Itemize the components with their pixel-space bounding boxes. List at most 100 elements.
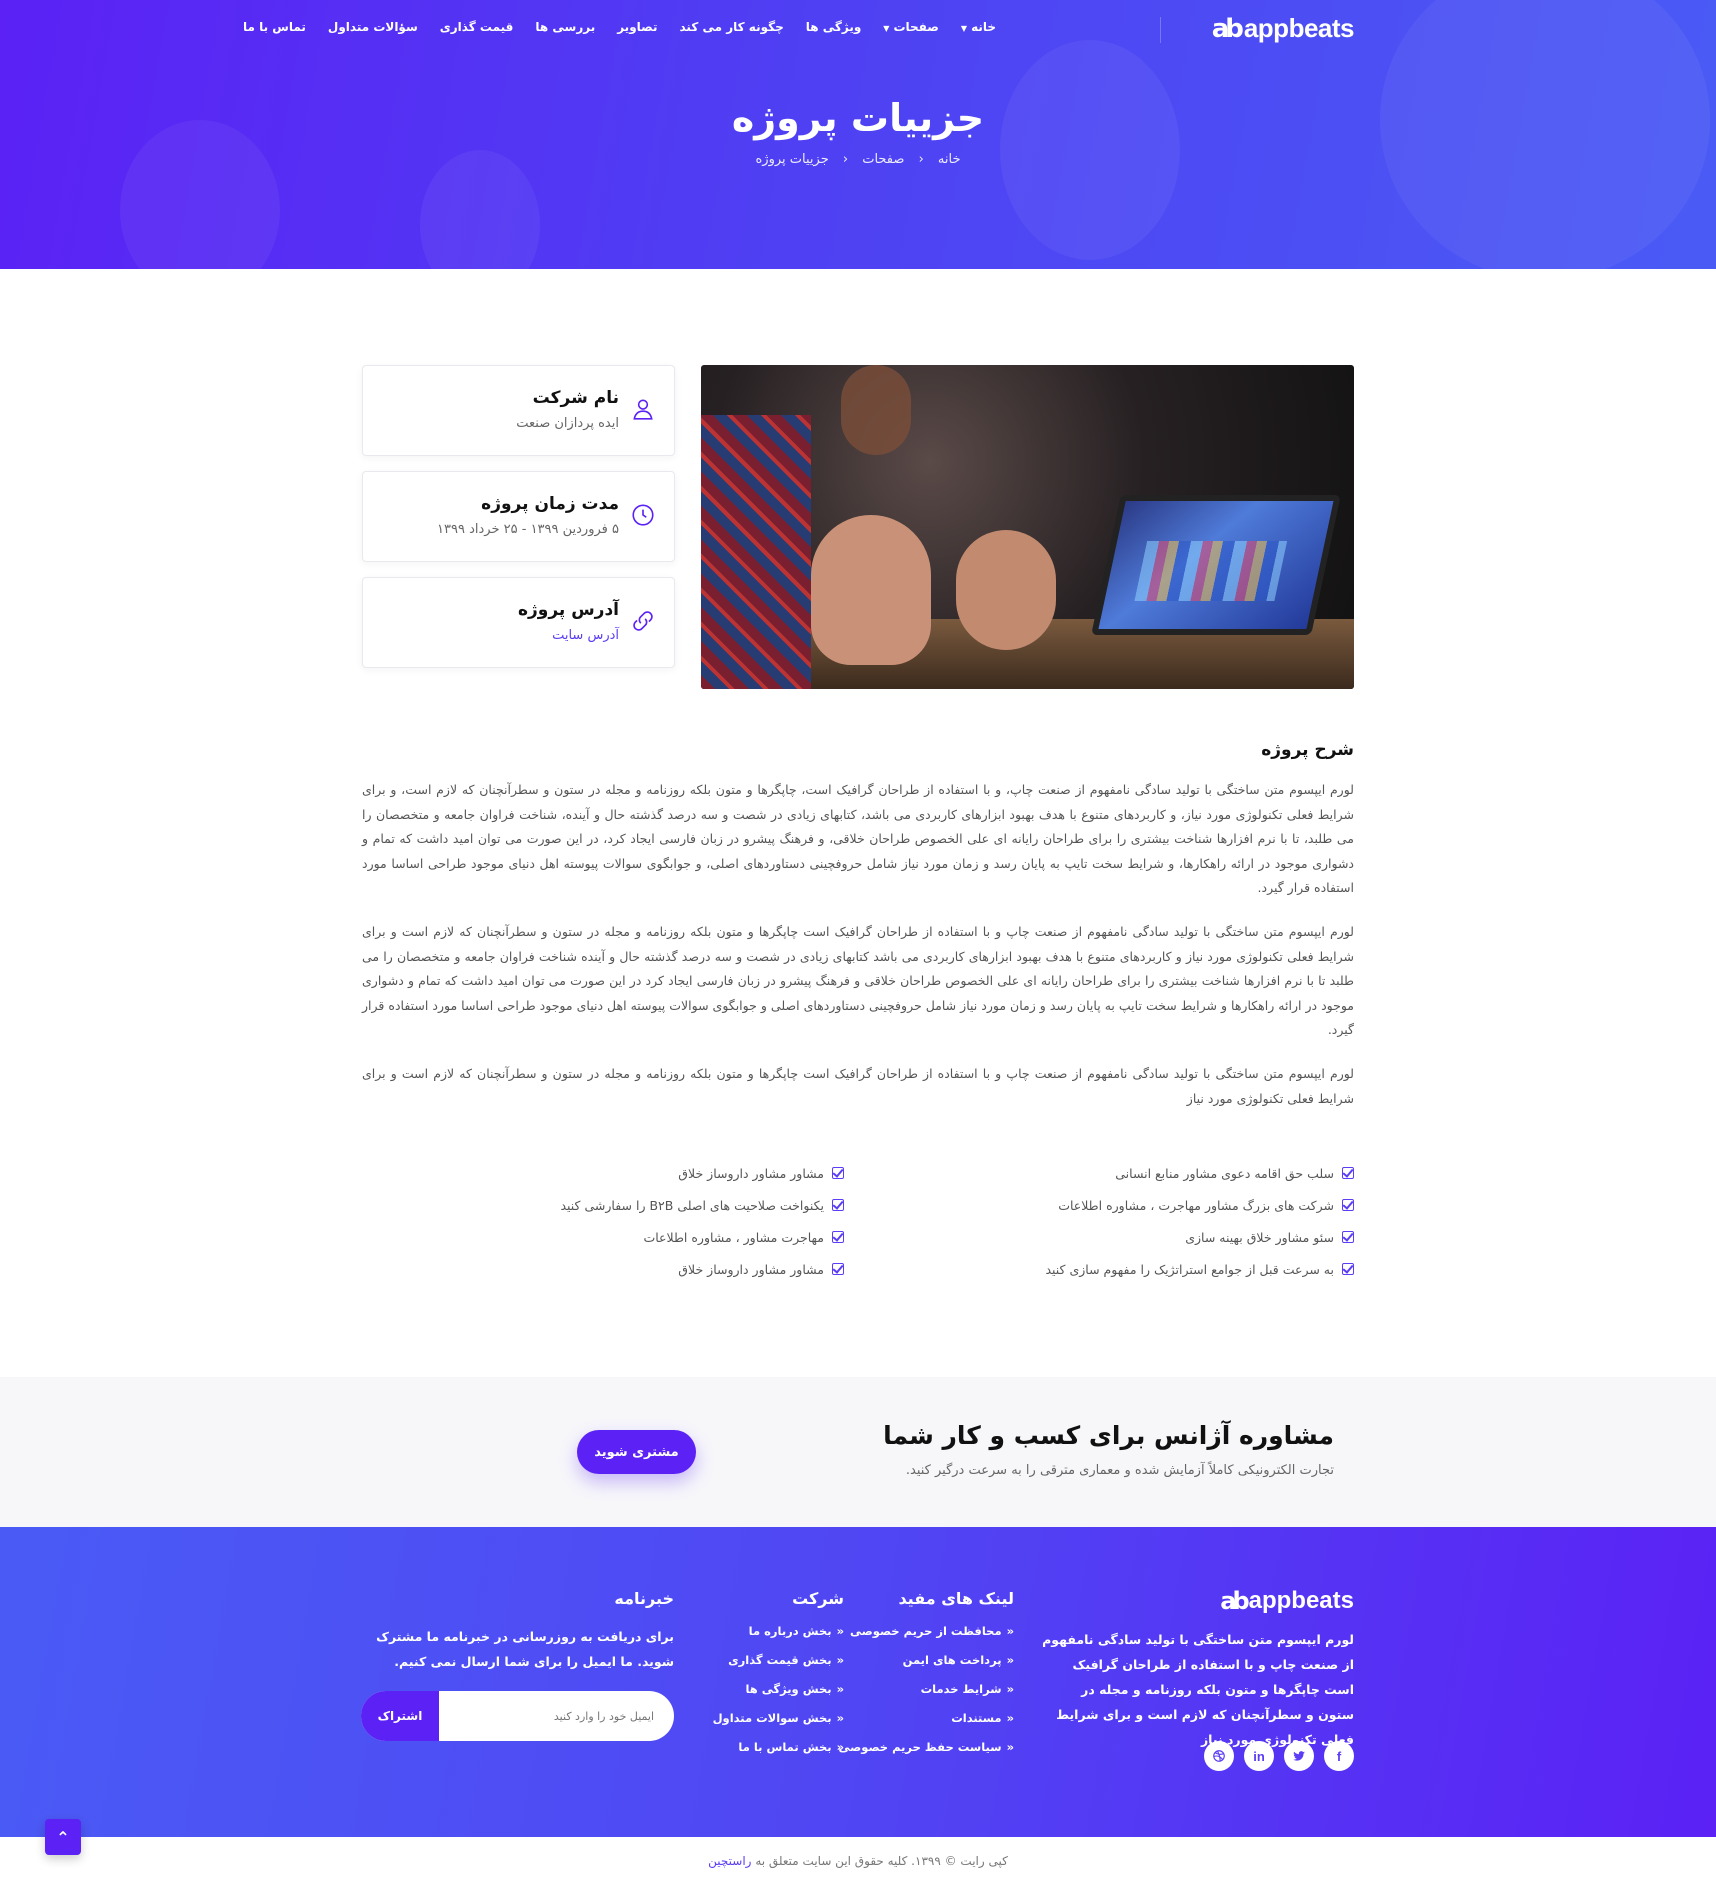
breadcrumb-home[interactable]: خانه <box>938 152 961 167</box>
checklist-item: مشاور مشاور داروساز خلاق <box>560 1253 844 1285</box>
breadcrumb: خانه ‹ صفحات ‹ جزییات پروژه <box>0 152 1716 167</box>
linkedin-icon[interactable]: in <box>1244 1741 1274 1771</box>
footer-link[interactable]: «پرداخت های ایمن <box>839 1653 1014 1682</box>
checklist-column-right: سلب حق اقامه دعوی مشاور منابع انسانی شرک… <box>1045 1157 1354 1285</box>
cta-section: مشاوره آژانس برای کسب و کار شما تجارت ال… <box>0 1377 1716 1527</box>
chevron-up-icon: ⌃ <box>56 1827 70 1847</box>
nav-menu: خانه▼ صفحات▼ ویژگی ها چگونه کار می کند ت… <box>243 20 996 34</box>
checklist-column-left: مشاور مشاور داروساز خلاق یکنواخت صلاحیت … <box>560 1157 844 1285</box>
chevron-left-icon: ‹ <box>918 152 924 167</box>
nav-divider <box>1160 17 1161 43</box>
description-paragraph: لورم ایپسوم متن ساختگی با تولید سادگی نا… <box>362 782 1354 895</box>
photo-hand <box>956 530 1056 650</box>
dribbble-icon[interactable] <box>1204 1741 1234 1771</box>
copyright-brand-link[interactable]: راستچین <box>708 1854 751 1868</box>
footer-link[interactable]: «بخش ویژگی ها <box>713 1682 844 1711</box>
photo-hand <box>811 515 931 665</box>
footer-link[interactable]: «بخش درباره ما <box>713 1624 844 1653</box>
background-figure <box>1000 40 1180 260</box>
double-chevron-icon: « <box>1006 1624 1014 1638</box>
cta-title: مشاوره آژانس برای کسب و کار شما <box>883 1421 1334 1450</box>
page-header-hero: ab appbeats خانه▼ صفحات▼ ویژگی ها چگونه … <box>0 0 1716 269</box>
description-paragraph: لورم ایپسوم متن ساختگی با تولید سادگی نا… <box>362 1066 1354 1106</box>
footer-logo[interactable]: ab appbeats <box>1220 1587 1354 1615</box>
footer-link[interactable]: «محافظت از حریم خصوصی <box>839 1624 1014 1653</box>
clock-icon <box>630 502 656 528</box>
footer-link[interactable]: «بخش تماس با ما <box>713 1740 844 1769</box>
double-chevron-icon: « <box>1006 1653 1014 1667</box>
footer-column-title: شرکت <box>792 1589 844 1608</box>
nav-item-features[interactable]: ویژگی ها <box>806 20 862 34</box>
nav-item-pages[interactable]: صفحات▼ <box>883 20 939 34</box>
nav-item-reviews[interactable]: بررسی ها <box>535 20 595 34</box>
info-card-title: نام شرکت <box>532 388 619 408</box>
checklist-item: سئو مشاور خلاق بهینه سازی <box>1045 1221 1354 1253</box>
subscribe-button[interactable]: اشتراک <box>361 1691 439 1741</box>
page-title: جزییات پروژه <box>731 96 985 140</box>
scroll-to-top-button[interactable]: ⌃ <box>45 1819 81 1855</box>
checkbox-checked-icon <box>832 1167 844 1179</box>
nav-item-how-it-works[interactable]: چگونه کار می کند <box>679 20 783 34</box>
background-figure <box>420 150 540 269</box>
logo-wordmark: appbeats <box>1248 1587 1354 1614</box>
description-paragraph: لورم ایپسوم متن ساختگی با تولید سادگی نا… <box>362 924 1354 1037</box>
user-icon <box>630 396 656 422</box>
copyright-bar: کپی رایت © ۱۳۹۹. کلیه حقوق این سایت متعل… <box>0 1837 1716 1885</box>
info-card-title: آدرس پروژه <box>517 600 619 620</box>
project-info-cards: نام شرکت ایده پردازان صنعت مدت زمان پروژ… <box>362 365 675 683</box>
nav-item-contact[interactable]: تماس با ما <box>243 20 306 34</box>
double-chevron-icon: « <box>836 1624 844 1638</box>
footer-link[interactable]: «سیاست حفظ حریم خصوصی <box>839 1740 1015 1769</box>
double-chevron-icon: « <box>836 1682 844 1696</box>
footer-link[interactable]: «شرایط خدمات <box>839 1682 1014 1711</box>
photo-person <box>841 365 911 455</box>
info-card-title: مدت زمان پروژه <box>481 494 619 514</box>
background-figure <box>120 120 280 269</box>
info-card-value: ۵ فروردین ۱۳۹۹ - ۲۵ خرداد ۱۳۹۹ <box>437 522 619 537</box>
checklist-item: شرکت های بزرگ مشاور مهاجرت ، مشاوره اطلا… <box>1045 1189 1354 1221</box>
info-card-company: نام شرکت ایده پردازان صنعت <box>362 365 675 456</box>
description-title: شرح پروژه <box>1261 740 1354 760</box>
site-footer: ab appbeats لورم ایپسوم متن ساختگی با تو… <box>0 1527 1716 1837</box>
logo-mark-icon: ab <box>1211 13 1244 44</box>
twitter-icon[interactable] <box>1284 1741 1314 1771</box>
footer-about-text: لورم ایپسوم متن ساختگی با تولید سادگی نا… <box>1042 1632 1354 1747</box>
checklist-item: یکنواخت صلاحیت های اصلی B۲B را سفارشی کن… <box>560 1189 844 1221</box>
footer-link[interactable]: «بخش سوالات متداول <box>713 1711 844 1740</box>
checkbox-checked-icon <box>832 1231 844 1243</box>
checklist-item: سلب حق اقامه دعوی مشاور منابع انسانی <box>1045 1157 1354 1189</box>
project-address-link[interactable]: آدرس سایت <box>552 628 619 643</box>
checklist-item: مشاور مشاور داروساز خلاق <box>560 1157 844 1189</box>
social-links: f in <box>1204 1741 1354 1771</box>
double-chevron-icon: « <box>1006 1711 1014 1725</box>
cta-subtitle: تجارت الکترونیکی کاملاً آزمایش شده و معم… <box>905 1463 1334 1478</box>
logo-mark-icon: ab <box>1220 1587 1249 1615</box>
brand-logo[interactable]: ab appbeats <box>1211 13 1355 44</box>
breadcrumb-pages[interactable]: صفحات <box>862 152 904 167</box>
copyright-text: کپی رایت © ۱۳۹۹. کلیه حقوق این سایت متعل… <box>755 1854 1008 1868</box>
footer-link[interactable]: «مستندات <box>839 1711 1014 1740</box>
newsletter-form: اشتراک <box>361 1691 674 1741</box>
become-customer-button[interactable]: مشتری شوید <box>577 1430 696 1474</box>
nav-item-screenshots[interactable]: تصاویر <box>617 20 657 34</box>
footer-column-title: خبرنامه <box>614 1589 674 1608</box>
nav-item-pricing[interactable]: قیمت گذاری <box>440 20 514 34</box>
facebook-icon[interactable]: f <box>1324 1741 1354 1771</box>
double-chevron-icon: « <box>1006 1682 1014 1696</box>
chevron-left-icon: ‹ <box>842 152 849 167</box>
nav-item-home[interactable]: خانه▼ <box>961 20 996 34</box>
footer-column-title: لینک های مفید <box>898 1589 1014 1608</box>
checkbox-checked-icon <box>1342 1199 1354 1211</box>
info-card-address: آدرس پروژه آدرس سایت <box>362 577 675 668</box>
nav-item-faq[interactable]: سؤالات متداول <box>328 20 418 34</box>
footer-newsletter: خبرنامه برای دریافت به روزرسانی در خبرنا… <box>361 1589 674 1674</box>
checkbox-checked-icon <box>1342 1167 1354 1179</box>
caret-down-icon: ▼ <box>883 24 890 33</box>
link-icon <box>630 608 656 634</box>
newsletter-email-input[interactable] <box>439 1691 674 1741</box>
double-chevron-icon: « <box>836 1653 844 1667</box>
newsletter-text: برای دریافت به روزرسانی در خبرنامه ما مش… <box>376 1629 674 1669</box>
photo-shirt <box>701 415 811 689</box>
double-chevron-icon: « <box>1006 1740 1014 1754</box>
footer-link[interactable]: «بخش قیمت گذاری <box>713 1653 844 1682</box>
